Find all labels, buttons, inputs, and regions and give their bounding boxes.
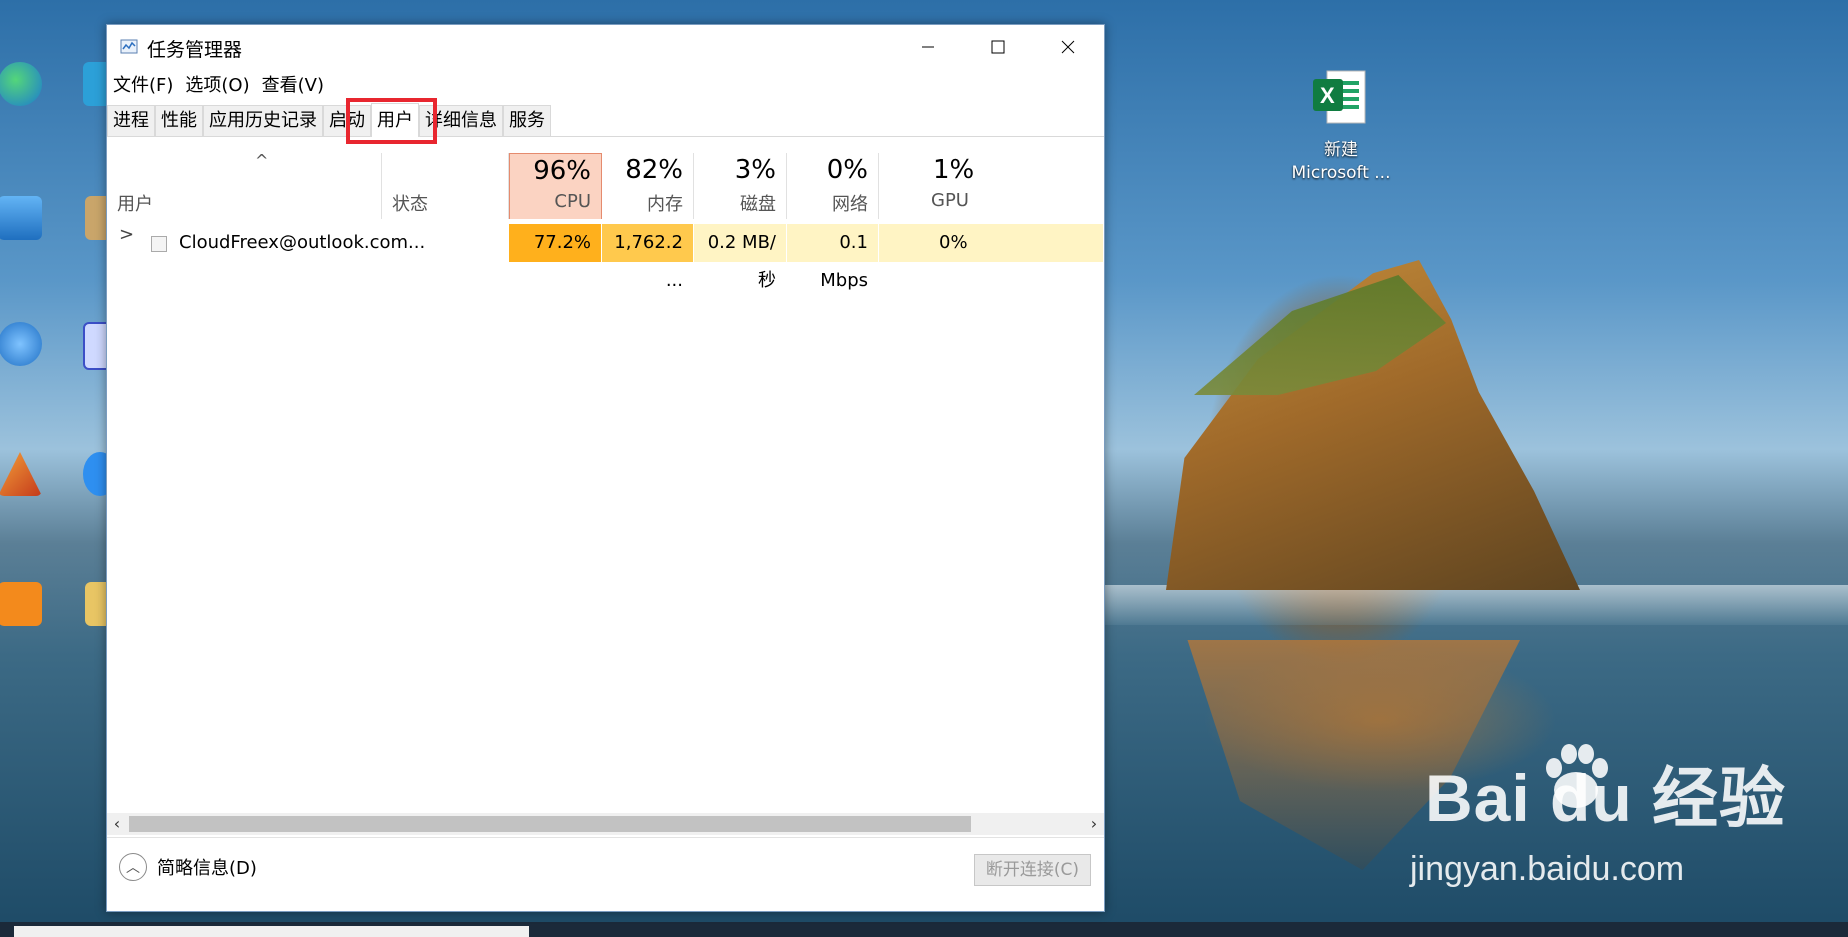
baidu-watermark: Bai du 经验 [1425,761,1787,835]
tab-bar: 进程 性能 应用历史记录 启动 用户 详细信息 服务 [107,100,1104,137]
menu-options[interactable]: 选项(O) [179,69,255,97]
gpu-percent: 1% [933,155,975,185]
tab-processes[interactable]: 进程 [107,105,155,136]
tab-performance[interactable]: 性能 [155,105,203,136]
desktop-icon-matlab[interactable] [0,452,60,500]
window-title: 任务管理器 [147,39,243,61]
task-manager-app-icon [120,39,138,54]
maximize-icon [991,40,1005,54]
column-network[interactable]: 0% 网络 [787,153,879,219]
row-cpu: 77.2% [509,224,602,262]
scrollbar-thumb[interactable] [129,816,971,832]
column-disk[interactable]: 3% 磁盘 [694,153,787,219]
disconnect-button[interactable]: 断开连接(C) [974,854,1091,886]
cpu-percent: 96% [533,156,591,186]
taskbar-search-box[interactable] [14,926,529,937]
svg-text:X: X [1320,83,1335,108]
tab-users[interactable]: 用户 [371,103,419,137]
chevron-up-circle-icon: ︿ [119,853,147,881]
memory-percent: 82% [625,155,683,185]
minimize-button[interactable] [893,25,963,69]
row-network: 0.1 Mbps [787,224,879,291]
tab-details[interactable]: 详细信息 [419,105,503,136]
disk-label: 磁盘 [740,194,776,215]
row-status [382,224,509,262]
column-user-label: 用户 [117,194,153,215]
scroll-right-arrow-icon[interactable]: › [1084,813,1104,835]
horizontal-scrollbar[interactable]: ‹ › [107,813,1104,835]
table-row[interactable]: > CloudFreex@outlook.com... 77.2% 1,762.… [107,224,1104,291]
memory-label: 内存 [647,194,683,215]
close-icon [1061,40,1075,54]
desktop-icon-network[interactable] [0,322,60,370]
menu-bar: 文件(F) 选项(O) 查看(V) [107,69,1104,97]
brief-info-label: 简略信息(D) [157,858,257,879]
row-disk: 0.2 MB/秒 [694,224,787,291]
column-cpu[interactable]: 96% CPU [509,153,602,219]
column-user[interactable]: ^ 用户 [107,151,382,219]
network-globe-icon [0,322,42,366]
user-icon [151,236,167,252]
edge-icon [0,62,42,106]
column-status-label: 状态 [392,194,428,215]
maximize-button[interactable] [963,25,1033,69]
minimize-icon [922,46,934,48]
footer-divider [107,837,1104,838]
network-percent: 0% [826,155,868,185]
matlab-icon [0,452,42,496]
taskbar [0,922,1848,937]
title-bar[interactable]: 任务管理器 [107,25,1104,69]
close-button[interactable] [1033,25,1103,69]
scroll-left-arrow-icon[interactable]: ‹ [107,813,127,835]
excel-icon-label: 新建 Microsoft ... [1291,140,1391,183]
desktop-icon-pdf-reader[interactable] [0,582,60,630]
brief-info-button[interactable]: ︿ 简略信息(D) [119,853,257,881]
tab-startup[interactable]: 启动 [323,105,371,136]
disk-percent: 3% [734,155,776,185]
network-label: 网络 [832,194,868,215]
row-memory: 1,762.2 ... [602,224,694,291]
gpu-label: GPU [931,190,969,211]
tab-services[interactable]: 服务 [503,105,551,136]
expand-chevron-icon[interactable]: > [119,224,135,245]
table-header: ^ 用户 状态 96% CPU 82% 内存 3% 磁盘 0% 网络 1% GP… [107,151,1104,219]
menu-file[interactable]: 文件(F) [107,69,179,97]
pdf-reader-icon [0,582,42,626]
desktop-icon-computer[interactable] [0,196,60,244]
column-memory[interactable]: 82% 内存 [602,153,694,219]
computer-icon [0,196,42,240]
excel-icon: X [1313,70,1366,124]
column-gpu[interactable]: 1% GPU [879,153,1104,219]
sort-up-icon: ^ [255,151,269,170]
row-gpu: 0% [879,224,1104,262]
task-manager-window: 任务管理器 文件(F) 选项(O) 查看(V) 进程 性能 应用历史记录 启动 … [106,24,1105,912]
column-status[interactable]: 状态 [382,153,509,219]
cpu-label: CPU [554,191,591,212]
tab-app-history[interactable]: 应用历史记录 [203,105,323,136]
desktop-icon-edge[interactable] [0,62,60,110]
baidu-watermark-url: jingyan.baidu.com [1410,850,1685,888]
menu-view[interactable]: 查看(V) [256,69,330,97]
